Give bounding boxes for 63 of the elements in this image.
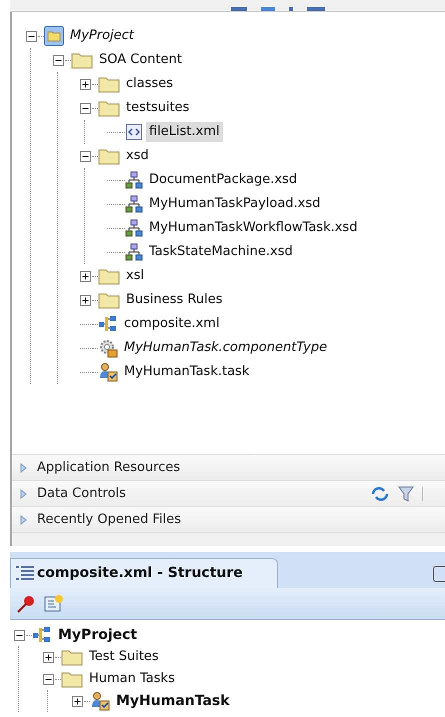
accordion-label: Recently Opened Files: [37, 510, 181, 529]
tree-item[interactable]: MyHumanTaskPayload.xsd: [146, 194, 324, 214]
pin-icon[interactable]: [16, 594, 36, 614]
folder-icon: [61, 670, 83, 688]
schema-icon: [125, 195, 143, 213]
schema-icon: [125, 171, 143, 189]
expand-toggle[interactable]: [42, 652, 54, 662]
tree-item[interactable]: MyProject: [55, 624, 140, 646]
tree-item[interactable]: MyHumanTaskWorkflowTask.xsd: [146, 218, 360, 238]
tree-item[interactable]: SOA Content: [96, 50, 185, 70]
person-task-icon: [90, 691, 110, 711]
collapse-toggle[interactable]: [80, 150, 90, 162]
gear-icon: [98, 338, 118, 358]
folder-icon: [98, 99, 120, 117]
accordion-header[interactable]: Application Resources: [12, 454, 445, 480]
expand-toggle[interactable]: [72, 696, 82, 706]
accordion-label: Application Resources: [37, 458, 180, 477]
folder-icon: [61, 648, 83, 666]
person-task-icon: [98, 362, 118, 382]
schema-icon: [125, 219, 143, 237]
tree-item[interactable]: DocumentPackage.xsd: [146, 170, 300, 190]
expand-toggle[interactable]: [80, 78, 90, 90]
tree-item[interactable]: composite.xml: [121, 314, 223, 334]
minimize-button[interactable]: [433, 566, 445, 582]
tree-item[interactable]: xsd: [123, 146, 152, 166]
tree-item[interactable]: MyHumanTask.componentType: [121, 338, 330, 358]
collapse-toggle[interactable]: [52, 54, 64, 66]
tree-item[interactable]: fileList.xml: [146, 122, 223, 142]
tree-item[interactable]: testsuites: [123, 98, 192, 118]
accordion-header[interactable]: Recently Opened Files: [12, 506, 445, 532]
folder-icon: [71, 51, 93, 69]
accordion-header[interactable]: Data Controls: [12, 480, 445, 506]
refresh-icon[interactable]: [370, 484, 390, 502]
tree-item[interactable]: Human Tasks: [86, 669, 178, 689]
panel-tab[interactable]: composite.xml - Structure: [10, 558, 278, 588]
collapse-toggle[interactable]: [42, 674, 54, 684]
tree-item[interactable]: Business Rules: [123, 290, 226, 310]
collapse-toggle[interactable]: [14, 630, 24, 640]
composite-icon: [98, 315, 118, 333]
folder-icon: [98, 147, 120, 165]
tree-item[interactable]: xsl: [123, 266, 148, 286]
schema-icon: [125, 243, 143, 261]
tree-item[interactable]: MyHumanTask.task: [121, 362, 252, 382]
tree-item[interactable]: classes: [123, 74, 176, 94]
tree-item[interactable]: Test Suites: [86, 647, 162, 667]
collapse-toggle[interactable]: [26, 30, 36, 42]
folder-icon: [98, 291, 120, 309]
collapse-toggle[interactable]: [80, 102, 90, 114]
composite-icon: [32, 626, 52, 644]
tree-item[interactable]: MyHumanTask: [113, 690, 233, 712]
tree-item[interactable]: MyProject: [67, 26, 137, 46]
tab-title: composite.xml - Structure: [37, 564, 243, 583]
folder-icon: [44, 26, 64, 46]
xml-file-icon: [125, 123, 143, 141]
structure-icon: [15, 564, 35, 582]
expand-toggle[interactable]: [80, 294, 90, 306]
filter-icon[interactable]: [398, 484, 414, 502]
expand-toggle[interactable]: [80, 270, 90, 282]
accordion-label: Data Controls: [37, 484, 126, 503]
tree-item[interactable]: TaskStateMachine.xsd: [146, 242, 296, 262]
folder-icon: [98, 267, 120, 285]
new-view-icon[interactable]: [44, 594, 64, 614]
folder-icon: [98, 75, 120, 93]
